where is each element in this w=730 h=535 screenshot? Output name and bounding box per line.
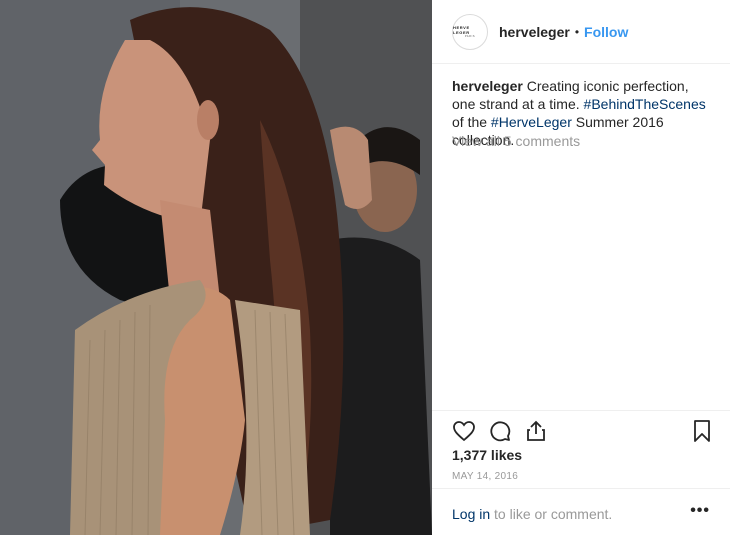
- username-link[interactable]: herveleger: [499, 24, 570, 40]
- login-prompt: Log in to like or comment.: [452, 506, 612, 522]
- follow-button[interactable]: Follow: [584, 24, 628, 40]
- post-side-panel: HERVE LEGER PARIS herveleger • Follow he…: [432, 0, 730, 535]
- post-date: MAY 14, 2016: [452, 471, 519, 482]
- avatar-brand-text: HERVE LEGER: [453, 24, 470, 35]
- view-comments-link[interactable]: View all 5 comments: [452, 133, 580, 149]
- heart-icon[interactable]: [452, 419, 476, 448]
- login-link[interactable]: Log in: [452, 506, 490, 522]
- avatar-sub-text: PARIS: [464, 34, 476, 38]
- caption-text: of the: [452, 114, 491, 130]
- post-header: HERVE LEGER PARIS herveleger • Follow: [432, 0, 730, 64]
- avatar[interactable]: HERVE LEGER PARIS: [452, 13, 488, 50]
- hashtag-herveleger[interactable]: #HerveLeger: [491, 114, 572, 130]
- post-footer: Log in to like or comment. •••: [432, 488, 730, 535]
- more-options-icon[interactable]: •••: [690, 502, 710, 520]
- photo-illustration: [0, 0, 432, 535]
- share-icon[interactable]: [524, 419, 548, 448]
- bookmark-icon[interactable]: [690, 419, 714, 448]
- likes-count[interactable]: 1,377 likes: [452, 447, 522, 463]
- post-photo[interactable]: [0, 0, 432, 535]
- separator-dot: •: [574, 24, 580, 39]
- caption-username[interactable]: herveleger: [452, 78, 523, 94]
- login-prompt-text: to like or comment.: [490, 506, 613, 522]
- hashtag-behindthescenes[interactable]: #BehindTheScenes: [584, 96, 706, 112]
- comment-icon[interactable]: [488, 419, 512, 448]
- action-bar: [432, 410, 730, 450]
